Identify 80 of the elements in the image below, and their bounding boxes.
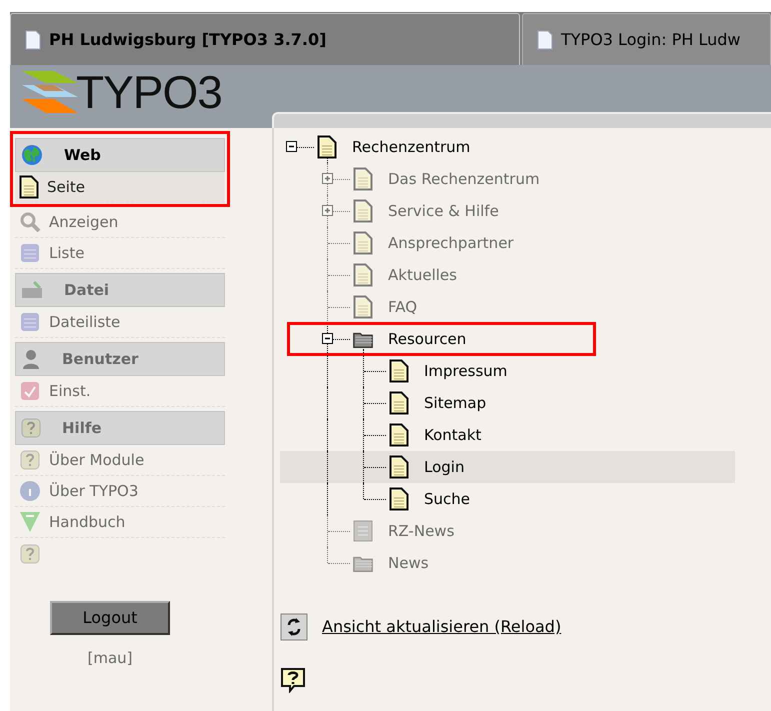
tree-label: Das Rechenzentrum <box>388 168 540 190</box>
settings-icon <box>19 380 41 402</box>
tree-row[interactable]: Service & Hilfe <box>280 195 735 227</box>
module-group-header[interactable]: Web <box>15 138 225 172</box>
tree-row[interactable]: Resourcen <box>280 323 735 355</box>
globe-icon <box>20 143 44 167</box>
tree-row[interactable]: RZ-News <box>280 515 735 547</box>
tree-label: FAQ <box>388 296 418 318</box>
document-icon <box>537 30 553 50</box>
page-icon <box>353 231 373 255</box>
module-group-label: Benutzer <box>62 348 138 370</box>
tree-label: News <box>388 552 429 574</box>
tree-row[interactable]: Rechenzentrum <box>280 131 735 163</box>
module-group-header[interactable]: Hilfe <box>15 411 225 445</box>
document-icon <box>25 30 41 50</box>
module-item[interactable]: Anzeigen <box>15 207 225 238</box>
expand-icon[interactable] <box>322 173 333 184</box>
help-icon <box>19 542 41 564</box>
tree-label: Suche <box>424 488 470 510</box>
module-group-header[interactable]: Benutzer <box>15 342 225 376</box>
module-group-label: Datei <box>64 280 110 301</box>
collapse-icon[interactable] <box>322 333 333 344</box>
module-item[interactable]: Handbuch <box>15 507 225 538</box>
tree-row[interactable]: Login <box>280 451 735 483</box>
module-group-label: Hilfe <box>62 418 102 439</box>
tree-row[interactable]: Ansprechpartner <box>280 227 735 259</box>
help-icon <box>20 417 42 439</box>
tree-row[interactable]: Suche <box>280 483 735 515</box>
tree-label: Service & Hilfe <box>388 200 499 222</box>
logout-button[interactable]: Logout <box>50 601 170 635</box>
search-icon <box>19 211 41 233</box>
browser-tab[interactable]: PH Ludwigsburg [TYPO3 3.7.0] <box>10 13 520 65</box>
tree-row[interactable]: Impressum <box>280 355 735 387</box>
tree-label: Resourcen <box>388 328 466 350</box>
tree-label: Rechenzentrum <box>352 136 470 158</box>
collapse-icon[interactable] <box>286 141 297 152</box>
module-item[interactable]: Liste <box>15 238 225 269</box>
module-item[interactable]: Über Module <box>15 445 225 476</box>
help-bubble-icon[interactable] <box>280 667 306 693</box>
page-icon <box>317 135 337 159</box>
page-icon <box>389 423 409 447</box>
page-icon <box>389 391 409 415</box>
module-group-label: Web <box>64 144 101 166</box>
help-icon <box>19 449 41 471</box>
reload-icon[interactable] <box>280 613 308 641</box>
module-item[interactable]: Dateiliste <box>15 307 225 338</box>
tree-row[interactable]: Aktuelles <box>280 259 735 291</box>
news-icon <box>352 519 374 543</box>
module-item[interactable]: Einst. <box>15 376 225 407</box>
tree-label: Ansprechpartner <box>388 232 514 254</box>
reload-link[interactable]: Ansicht aktualisieren (Reload) <box>322 615 562 639</box>
module-item[interactable]: Seite <box>15 172 225 203</box>
page-icon <box>353 263 373 287</box>
expand-icon[interactable] <box>322 205 333 216</box>
tree-label: Sitemap <box>424 392 486 414</box>
tree-label: Aktuelles <box>388 264 457 286</box>
page-icon <box>353 199 373 223</box>
page-icon <box>353 295 373 319</box>
tree-label: Kontakt <box>424 424 482 446</box>
page-icon <box>19 175 39 199</box>
page-icon <box>389 359 409 383</box>
tree-row[interactable]: Sitemap <box>280 387 735 419</box>
logo-text: TYPO3 <box>76 69 222 115</box>
tree-row[interactable]: Das Rechenzentrum <box>280 163 735 195</box>
list-icon <box>19 311 41 333</box>
page-icon <box>353 167 373 191</box>
username-text: [mau] <box>87 648 132 669</box>
tree-row[interactable]: FAQ <box>280 291 735 323</box>
tree-label: Impressum <box>424 360 508 382</box>
user-icon <box>20 348 42 370</box>
page-icon <box>389 487 409 511</box>
page-icon <box>389 455 409 479</box>
tree-label: RZ-News <box>388 520 454 542</box>
info-icon <box>19 480 41 502</box>
module-group-header[interactable]: Datei <box>15 273 225 307</box>
tree-label: Login <box>424 456 464 478</box>
browser-tab[interactable]: TYPO3 Login: PH Ludw <box>522 13 771 65</box>
tree-row[interactable]: News <box>280 547 735 579</box>
list-icon <box>19 242 41 264</box>
module-item[interactable]: Über TYPO3 <box>15 476 225 507</box>
